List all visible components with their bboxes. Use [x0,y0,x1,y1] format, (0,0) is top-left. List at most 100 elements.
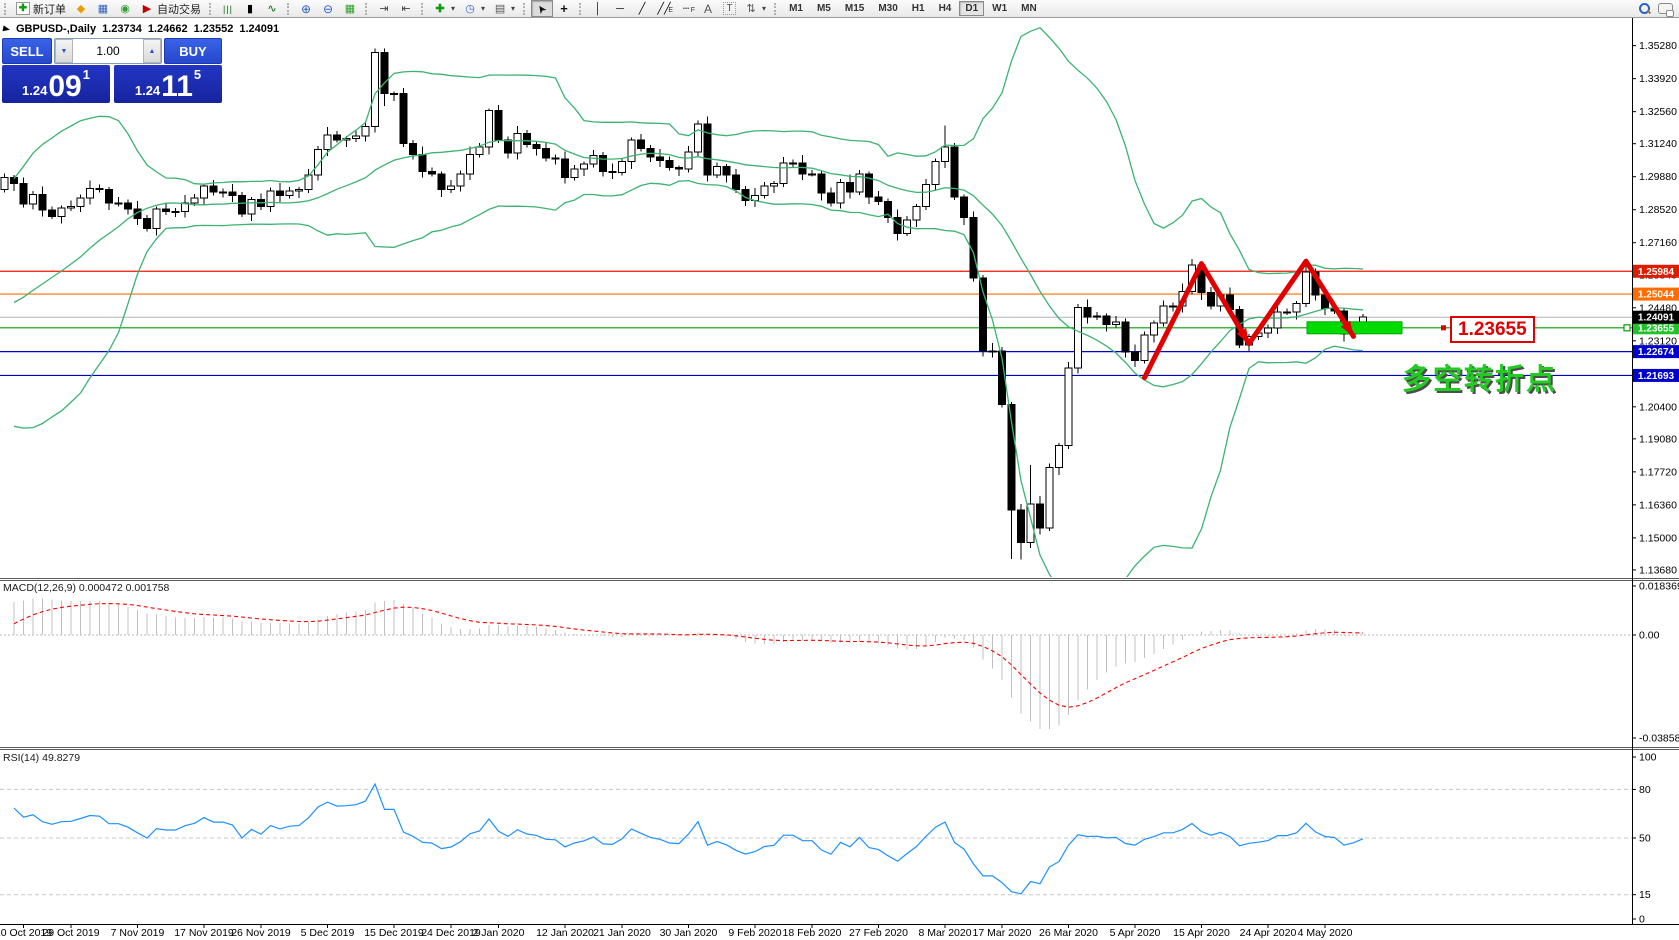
auto-scroll-button[interactable]: ⇥ [373,0,395,17]
sell-price-base: 1.24 [22,83,48,98]
price-badge-1.25984: 1.25984 [1633,264,1679,278]
svg-text:1.23655: 1.23655 [1638,323,1675,334]
buy-price-base: 1.24 [134,83,161,98]
diamond-icon: ◆ [76,2,86,15]
chat-icon[interactable] [1658,3,1674,17]
template-icon: ▤ [494,2,506,15]
candlestick-chart-button[interactable]: ▮ [239,0,261,17]
autotrading-button-label: 自动交易 [157,3,201,16]
annotation-text[interactable]: 多空转折点 [1402,356,1557,398]
signal-icon: ◉ [120,2,130,15]
svg-text:1.16360: 1.16360 [1639,499,1677,511]
text-label-button[interactable]: T [719,0,740,17]
timeframe-m15[interactable]: M15 [839,1,870,16]
trend-icon: ╱ [638,2,646,15]
metaeditor-button[interactable]: ◆ [70,0,92,17]
channel-icon: ╱╱ E [657,2,674,15]
equidistant-channel-button[interactable]: ╱╱ E [653,0,675,17]
zoom-in-button[interactable]: ⊕ [295,0,317,17]
price-badge-1.25044: 1.25044 [1633,287,1679,301]
horizontal-line-button[interactable]: ─ [609,0,631,17]
trendline-button[interactable]: ╱ [631,0,653,17]
support-zone-bar[interactable] [1306,321,1403,335]
svg-text:1.17720: 1.17720 [1639,466,1677,478]
new-order-button[interactable]: ✚ 新订单 [12,0,70,17]
indicators-button[interactable]: ✚ ▾ [429,0,459,17]
timeframe-h4[interactable]: H4 [933,1,958,16]
sell-price-point: 1 [82,67,90,82]
arrows-button[interactable]: ⇅ ▾ [740,0,770,17]
zoom-out-button[interactable]: ⊖ [317,0,339,17]
periods-button[interactable]: ◷ ▾ [459,0,489,17]
timeframe-h1[interactable]: H1 [906,1,931,16]
hline-anchor-handle[interactable] [1623,324,1631,332]
chart-area[interactable]: GBPUSD-,Daily 1.23734 1.24662 1.23552 1.… [0,17,1679,940]
hline-icon: ─ [616,2,624,15]
rsi-value: 49.8279 [42,752,81,764]
price-callout[interactable]: 1.23655 [1450,316,1535,343]
volume-down-button[interactable]: ▼ [55,39,73,63]
date-label: 2 Jan 2020 [473,927,525,939]
date-label: 8 Mar 2020 [918,927,971,939]
fibonacci-button[interactable]: ┄ F [675,0,697,17]
market-watch-button[interactable]: ▦ [92,0,114,17]
line-chart-button[interactable]: ∿ [261,0,283,17]
chart-canvas[interactable]: 1.35280 1.33920 1.32560 1.31240 1.29880 1.285… [0,17,1679,940]
tile-windows-button[interactable]: ▦ [339,0,361,17]
svg-text:1.22674: 1.22674 [1638,347,1675,358]
svg-text:1.15000: 1.15000 [1639,532,1677,544]
templates-button[interactable]: ▤ ▾ [489,0,519,17]
crosshair-button[interactable]: + [553,0,575,17]
price-badge-1.21693: 1.21693 [1633,368,1679,382]
svg-text:1.25044: 1.25044 [1638,290,1675,301]
search-icon[interactable] [1639,3,1650,14]
chart-title: GBPUSD-,Daily 1.23734 1.24662 1.23552 1.… [2,23,279,35]
toolbar-grip [365,2,370,15]
sell-button[interactable]: SELL [2,38,52,64]
date-label: 21 Jan 2020 [593,927,651,939]
date-label: 27 Feb 2020 [849,927,908,939]
sell-quote[interactable]: 1.24 09 1 [2,65,110,103]
chart-corner-icon [2,25,11,33]
svg-text:1.24091: 1.24091 [1638,313,1675,324]
vertical-line-button[interactable]: │ [587,0,609,17]
timeframe-m5[interactable]: M5 [811,1,837,16]
volume-stepper: ▼ 1.00 ▲ [54,38,162,64]
toolbar: ✚ 新订单 ◆ ▦ ◉ ▶ 自动交易 ||| ▮ ∿ ⊕ ⊖ ▦ ⇥ ⇤ ✚ ▾ ◷ ▾ ▤ ▾ ➤ + │ ─ ╱ ╱╱ E ┄ F A T… [0,0,1679,18]
bar-chart-button[interactable]: ||| [217,0,239,17]
svg-text:1.13680: 1.13680 [1639,564,1677,576]
timeframe-d1[interactable]: D1 [959,1,985,16]
timeframe-m30[interactable]: M30 [872,1,903,16]
date-label: 15 Apr 2020 [1173,927,1230,939]
timeframe-w1[interactable]: W1 [986,1,1013,16]
date-axis[interactable]: 20 Oct 201929 Oct 2019 7 Nov 2019 17 Nov 2… [0,924,1353,939]
mt4-window: ✚ 新订单 ◆ ▦ ◉ ▶ 自动交易 ||| ▮ ∿ ⊕ ⊖ ▦ ⇥ ⇤ ✚ ▾ ◷ ▾ ▤ ▾ ➤ + │ ─ ╱ ╱╱ E ┄ F A T… [0,0,1679,940]
cursor-button[interactable]: ➤ [531,0,554,17]
toolbar-grip [523,2,528,15]
clock-icon: ◷ [465,2,475,15]
rsi-label: RSI(14) 49.8279 [3,752,81,764]
chart-shift-button[interactable]: ⇤ [395,0,417,17]
toolbar-grip [579,2,584,15]
ohlc-open: 1.23734 [102,23,142,35]
volume-value[interactable]: 1.00 [73,39,143,63]
dropdown-caret-icon: ▾ [451,4,456,13]
dropdown-caret-icon: ▾ [481,4,486,13]
timeframe-mn[interactable]: MN [1015,1,1043,16]
dropdown-caret-icon: ▾ [762,4,767,13]
volume-up-button[interactable]: ▲ [143,39,161,63]
date-label: 15 Dec 2019 [364,927,424,939]
buy-price-point: 5 [193,67,202,82]
date-label: 5 Apr 2020 [1110,927,1161,939]
svg-text:15: 15 [1639,889,1651,901]
buy-quote[interactable]: 1.24 11 5 [114,65,222,103]
timeframe-m1[interactable]: M1 [783,1,809,16]
autotrading-button[interactable]: ▶ 自动交易 [136,0,205,17]
svg-text:1.31240: 1.31240 [1639,138,1677,150]
crosshair-icon: + [560,0,568,16]
signals-button[interactable]: ◉ [114,0,136,17]
svg-text:-0.038585: -0.038585 [1639,732,1679,744]
svg-text:50: 50 [1639,833,1651,845]
buy-button[interactable]: BUY [164,38,222,64]
text-button[interactable]: A [697,0,719,17]
